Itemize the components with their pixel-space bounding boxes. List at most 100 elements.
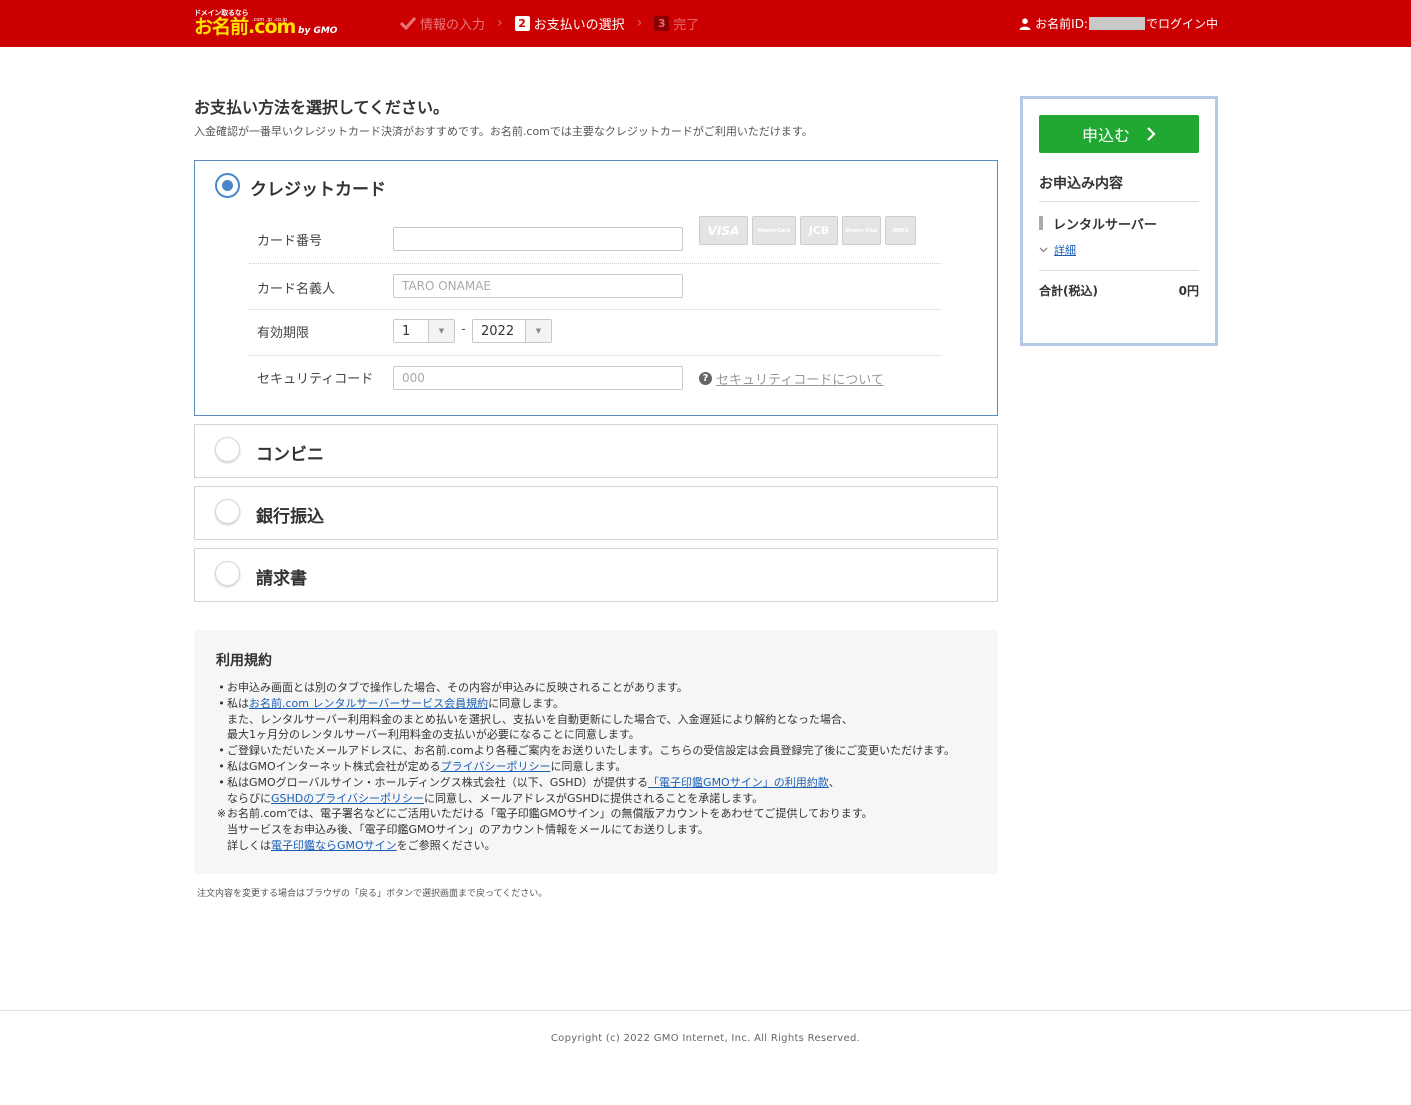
- terms-link[interactable]: GSHDのプライバシーポリシー: [271, 792, 424, 805]
- order-summary-panel: 申込む お申込み内容 レンタルサーバー 詳細 合計(税込) 0円: [1020, 96, 1218, 346]
- terms-title: 利用規約: [216, 653, 272, 669]
- divider: [1039, 270, 1199, 271]
- expiry-label: 有効期限: [257, 326, 310, 341]
- terms-line: • 私はお名前.com レンタルサーバーサービス会員規約に同意します。: [216, 696, 955, 712]
- terms-link[interactable]: 「電子印鑑GMOサイン」の利用約款: [648, 776, 829, 789]
- top-header: ドメイン取るなら お名前.com .com .jp .co.jp by GMO …: [0, 0, 1411, 47]
- detail-toggle[interactable]: 詳細: [1039, 242, 1076, 258]
- expiry-month-select[interactable]: 1 ▼: [393, 319, 455, 343]
- terms-text: お名前.comでは、電子署名などにご活用いただける「電子印鑑GMOサイン」の無償…: [227, 807, 873, 821]
- expiry-separator: -: [461, 322, 466, 337]
- security-code-help-text: セキュリティコードについて: [716, 373, 884, 388]
- terms-text: 私は: [227, 696, 249, 710]
- terms-text: ご登録いただいたメールアドレスに、お名前.comより各種ご案内をお送りいたします…: [227, 744, 956, 758]
- user-icon: [1019, 17, 1031, 30]
- security-code-row: セキュリティコード ? セキュリティコードについて: [249, 356, 941, 402]
- terms-link[interactable]: 電子印鑑ならGMOサイン: [271, 839, 397, 852]
- masked-user-id: [1088, 17, 1145, 30]
- page-title: お支払い方法を選択してください。: [194, 98, 450, 117]
- terms-text: 詳しくは: [227, 838, 271, 852]
- radio-invoice[interactable]: [215, 561, 240, 586]
- payment-label-konbini[interactable]: コンビニ: [256, 440, 324, 465]
- payment-label-invoice[interactable]: 請求書: [256, 564, 307, 589]
- terms-text: 私はGMOグローバルサイン・ホールディングス株式会社（以下、GSHD）が提供する: [227, 775, 649, 789]
- total-value: 0円: [1178, 284, 1199, 298]
- terms-line: • ご登録いただいたメールアドレスに、お名前.comより各種ご案内をお送りいたしま…: [216, 743, 955, 759]
- terms-text: 当サービスをお申込み後、「電子印鑑GMOサイン」のアカウント情報をメールにてお送…: [227, 823, 709, 837]
- terms-text: をご参照ください。: [396, 838, 496, 852]
- bullet-mark: •: [218, 775, 225, 789]
- chevron-right-icon: [1147, 127, 1156, 141]
- logo-company: by GMO: [298, 26, 338, 36]
- payment-label-bank-transfer[interactable]: 銀行振込: [256, 502, 324, 527]
- apply-button[interactable]: 申込む: [1039, 115, 1199, 153]
- onamae-logo[interactable]: ドメイン取るなら お名前.com .com .jp .co.jp by GMO: [194, 8, 344, 40]
- divider: [1039, 201, 1199, 202]
- terms-line: 最大1ヶ月分のレンタルサーバー利用料金の支払いが必要になることに同意します。: [216, 727, 955, 743]
- card-number-input[interactable]: [393, 227, 683, 251]
- terms-line: 詳しくは電子印鑑ならGMOサインをご参照ください。: [216, 838, 955, 854]
- copyright: Copyright (c) 2022 GMO Internet, Inc. Al…: [550, 1033, 861, 1044]
- terms-of-use: 利用規約 • お申込み画面とは別のタブで操作した場合、その内容が申込みに反映される…: [194, 630, 998, 874]
- terms-link[interactable]: プライバシーポリシー: [441, 760, 551, 773]
- page-subtitle: 入金確認が一番早いクレジットカード決済がおすすめです。お名前.comでは主要なク…: [194, 125, 813, 138]
- payment-option-invoice[interactable]: 請求書: [194, 548, 998, 602]
- footer-divider: [0, 1010, 1411, 1011]
- security-code-input[interactable]: [393, 366, 683, 390]
- triangle-down-icon: ▼: [428, 320, 454, 342]
- terms-line: ※お名前.comでは、電子署名などにご活用いただける「電子印鑑GMOサイン」の無…: [216, 806, 955, 822]
- terms-text: 最大1ヶ月分のレンタルサーバー利用料金の支払いが必要になることに同意します。: [227, 728, 640, 742]
- bullet-mark: •: [218, 759, 225, 773]
- mastercard-logo: MasterCard: [752, 216, 796, 245]
- order-summary-title: お申込み内容: [1039, 176, 1123, 192]
- step-input: 情報の入力: [400, 14, 485, 33]
- total-label: 合計(税込): [1039, 284, 1098, 298]
- step-label: 完了: [673, 17, 700, 33]
- card-name-label: カード名義人: [257, 282, 336, 297]
- triangle-down-icon: ▼: [525, 320, 551, 342]
- radio-credit-card[interactable]: [215, 173, 240, 198]
- security-code-help-link[interactable]: ? セキュリティコードについて: [699, 369, 884, 388]
- terms-list: • お申込み画面とは別のタブで操作した場合、その内容が申込みに反映されることがあり…: [216, 680, 955, 854]
- payment-option-konbini[interactable]: コンビニ: [194, 424, 998, 478]
- terms-line: • 私はGMOグローバルサイン・ホールディングス株式会社（以下、GSHD）が提供す…: [216, 775, 955, 791]
- terms-text: 、: [828, 775, 840, 789]
- step-number: 2: [514, 15, 530, 31]
- radio-bank-transfer[interactable]: [215, 499, 240, 524]
- chevron-right-icon: ›: [497, 15, 503, 31]
- terms-text: ならびに: [227, 791, 271, 805]
- terms-link[interactable]: お名前.com レンタルサーバーサービス会員規約: [249, 697, 488, 710]
- expiry-month-value: 1: [402, 323, 411, 339]
- progress-steps: 情報の入力 › 2 お支払いの選択 › 3 完了: [400, 13, 699, 33]
- terms-text: また、レンタルサーバー利用料金のまとめ払いを選択し、支払いを自動更新にした場合で…: [227, 712, 853, 726]
- apply-button-label: 申込む: [1081, 126, 1130, 145]
- security-code-label: セキュリティコード: [257, 372, 374, 387]
- bullet-mark: •: [218, 681, 225, 694]
- expiry-row: 有効期限 1 ▼ - 2022 ▼: [249, 310, 941, 356]
- card-name-input[interactable]: [393, 274, 683, 298]
- jcb-logo: JCB: [800, 216, 838, 245]
- payment-option-credit-card: クレジットカード カード番号 VISA MasterCard JCB Diner…: [194, 160, 998, 416]
- step-complete: 3 完了: [654, 14, 699, 33]
- login-suffix: でログイン中: [1145, 17, 1218, 31]
- card-number-row: カード番号 VISA MasterCard JCB Diners Club AM…: [249, 216, 941, 264]
- expiry-year-value: 2022: [481, 323, 515, 339]
- bullet-mark: ※: [216, 807, 227, 821]
- terms-line: 当サービスをお申込み後、「電子印鑑GMOサイン」のアカウント情報をメールにてお送…: [216, 822, 955, 838]
- card-name-row: カード名義人: [249, 264, 941, 310]
- check-icon: [400, 16, 416, 30]
- terms-text: に同意します。: [488, 696, 565, 710]
- question-circle-icon: ?: [699, 372, 712, 385]
- diners-club-logo: Diners Club: [842, 216, 881, 245]
- step-payment: 2 お支払いの選択: [514, 14, 625, 33]
- step-number: 3: [654, 15, 670, 31]
- expiry-year-select[interactable]: 2022 ▼: [472, 319, 552, 343]
- radio-konbini[interactable]: [215, 437, 240, 462]
- back-button-note: 注文内容を変更する場合はブラウザの「戻る」ボタンで選択画面まで戻ってください。: [197, 889, 548, 899]
- payment-option-bank-transfer[interactable]: 銀行振込: [194, 486, 998, 540]
- terms-text: お申込み画面とは別のタブで操作した場合、その内容が申込みに反映されることがありま…: [227, 681, 688, 694]
- terms-line: • お申込み画面とは別のタブで操作した場合、その内容が申込みに反映されることがあり…: [216, 680, 955, 696]
- card-number-label: カード番号: [257, 234, 323, 249]
- payment-label-credit-card[interactable]: クレジットカード: [250, 175, 386, 200]
- terms-line: • 私はGMOインターネット株式会社が定めるプライバシーポリシーに同意します。: [216, 759, 955, 775]
